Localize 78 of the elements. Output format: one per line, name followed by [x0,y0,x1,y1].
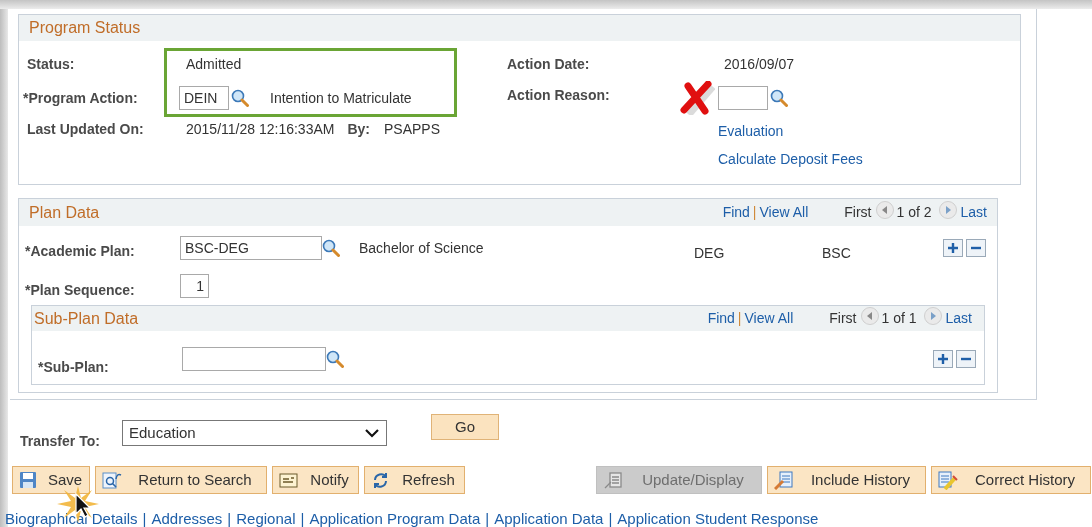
field-value: Intention to Matriculate [270,88,412,108]
link[interactable]: View All [744,308,794,329]
row-count: 1 of 2 [896,203,932,222]
separator: | [227,509,232,527]
field-label: Action Date: [507,54,591,74]
chevron-down-icon [364,427,380,439]
link[interactable]: Application Student Response [617,508,819,527]
toolbar-button[interactable]: Notify [272,466,359,494]
separator: | [485,509,490,527]
toolbar-button[interactable]: Refresh [364,466,465,494]
toolbar-button[interactable]: Include History [767,466,926,494]
delete-row-icon[interactable] [966,239,986,257]
input-field[interactable] [718,86,768,110]
nav-label: Last [960,203,987,222]
add-row-icon[interactable] [943,239,963,257]
next-icon[interactable] [923,306,942,325]
input-field[interactable]: BSC-DEG [180,236,322,260]
search-icon[interactable] [322,239,340,257]
panel-title: Plan Data [29,202,100,223]
search-icon[interactable] [770,89,788,107]
toolbar-button[interactable]: Save [12,466,90,494]
add-row-icon[interactable] [933,350,953,368]
nav-label: First [829,309,857,328]
input-field[interactable]: DEIN [179,86,229,110]
field-label: Status: [26,54,76,74]
field-label: *Academic Plan: [25,242,136,261]
delete-row-icon[interactable] [956,350,976,368]
search-icon[interactable] [326,350,344,368]
previous-icon[interactable] [860,306,879,325]
field-value: 2015/11/28 12:16:33AM [185,119,335,139]
field-label: *Sub-Plan: [38,357,110,377]
link[interactable]: Calculate Deposit Fees [718,148,863,170]
note-icon [279,470,299,490]
document-icon [603,470,623,490]
panel-title: Sub-Plan Data [34,308,139,329]
field-value: 2016/09/07 [723,54,796,74]
field-label: *Plan Sequence: [25,280,136,300]
link[interactable]: View All [759,202,809,223]
separator: | [608,509,613,527]
error-mark-icon [679,81,715,115]
link[interactable]: Regional [236,508,296,527]
separator: | [752,203,757,222]
link[interactable]: Find [707,308,735,329]
document-search-icon [102,470,122,490]
separator: | [300,509,305,527]
panel-title: Program Status [29,18,141,38]
link[interactable]: Application Data [494,508,604,527]
input-field[interactable]: 1 [180,274,209,298]
nav-label: Last [945,309,972,328]
field-value: BSC [822,243,851,263]
nav-label: First [844,203,872,222]
link[interactable]: Biographical Details [5,508,138,527]
separator: | [737,309,742,328]
field-label: Action Reason: [507,85,610,105]
field-label: Last Updated On: [26,119,145,139]
previous-icon[interactable] [875,200,894,219]
separator: | [142,509,147,527]
link[interactable]: Application Program Data [309,508,481,527]
go-button[interactable]: Go [431,414,499,440]
field-value: Bachelor of Science [359,238,485,258]
link[interactable]: Evaluation [718,120,784,142]
field-value: Admitted [185,54,243,74]
document-pencil-icon [938,470,958,490]
row-count: 1 of 1 [881,309,917,328]
field-value: PSAPPS [384,119,440,139]
field-value: DEG [694,243,726,263]
next-icon[interactable] [938,200,957,219]
search-icon[interactable] [231,89,249,107]
field-label: *Program Action: [23,88,139,108]
toolbar-button[interactable]: Return to Search [95,466,267,494]
input-field[interactable] [182,347,326,371]
link[interactable]: Find [722,202,750,223]
field-label: Transfer To: [20,432,101,451]
toolbar-button[interactable]: Correct History [931,466,1091,494]
field-label: By: [347,119,370,139]
document-pencil-icon [774,470,794,490]
link[interactable]: Addresses [151,508,223,527]
select-field[interactable]: Education [122,420,387,446]
